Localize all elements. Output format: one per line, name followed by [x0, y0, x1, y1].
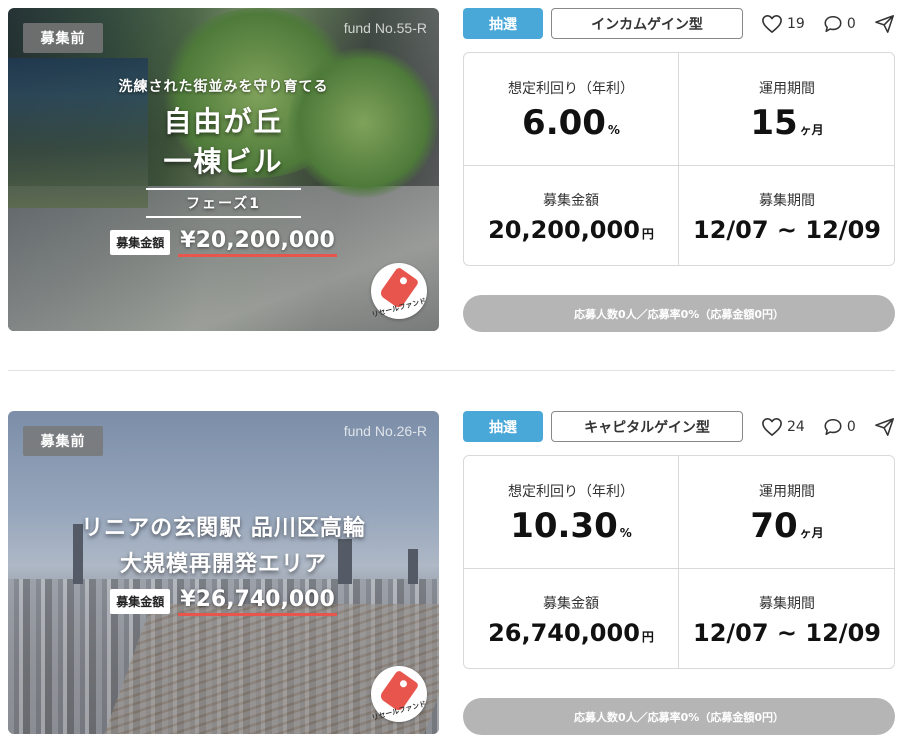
photo-amount-row: 募集金額 ¥26,740,000	[8, 587, 439, 616]
send-arrow-icon[interactable]	[874, 417, 896, 437]
period-cell: 運用期間 15 ヶ月	[679, 53, 895, 166]
progress-text: 応募人数0人／応募率0%（応募金額0円）	[574, 710, 784, 724]
social-actions: 24 0	[761, 417, 896, 437]
window-value: 12/07 ~ 12/09	[693, 619, 881, 647]
heart-icon[interactable]	[761, 14, 783, 34]
comment-count: 0	[846, 15, 856, 32]
photo-amount-value: ¥20,200,000	[178, 228, 337, 257]
fund-title-line2: 大規模再開発エリア	[119, 552, 327, 577]
period-label: 運用期間	[759, 81, 815, 97]
raise-label: 募集金額	[543, 193, 599, 209]
yield-value-wrap: 10.30%	[510, 509, 632, 543]
yield-label: 想定利回り（年利）	[508, 81, 634, 97]
application-progress-bar: 応募人数0人／応募率0%（応募金額0円）	[463, 698, 895, 735]
photo-amount-row: 募集金額 ¥20,200,000	[8, 228, 439, 257]
raise-cell: 募集金額 20,200,000 円	[464, 166, 679, 266]
lottery-badge: 抽選	[463, 411, 543, 442]
send-arrow-icon[interactable]	[874, 14, 896, 34]
window-label: 募集期間	[759, 596, 815, 612]
raise-cell: 募集金額 26,740,000 円	[464, 569, 679, 669]
amount-tag: 募集金額	[110, 589, 171, 614]
photo-overlay: 洗練された街並みを守り育てる 自由が丘 一棟ビル フェーズ1 募集金額 ¥20,…	[8, 76, 439, 257]
fund-title-line1: リニアの玄関駅 品川区高輪	[81, 516, 366, 541]
period-value: 70	[750, 506, 798, 546]
resale-fund-badge: リセールファンド	[371, 263, 427, 319]
yield-unit: %	[619, 526, 632, 540]
window-label: 募集期間	[759, 193, 815, 209]
like-count: 24	[787, 418, 805, 435]
status-badge: 募集前	[23, 23, 103, 53]
fund-phase: フェーズ1	[145, 188, 302, 218]
fund-divider	[8, 370, 895, 371]
raise-label: 募集金額	[543, 596, 599, 612]
fund-type-badge: インカムゲイン型	[551, 8, 743, 39]
fund-number: fund No.55-R	[343, 20, 427, 36]
fund-subtitle: 洗練された街並みを守り育てる	[118, 79, 329, 95]
like-count: 19	[787, 15, 805, 32]
raise-value: 26,740,000	[488, 619, 640, 647]
fund-photo[interactable]: 募集前 fund No.55-R 洗練された街並みを守り育てる 自由が丘 一棟ビ…	[8, 8, 439, 331]
fund-photo[interactable]: 募集前 fund No.26-R リニアの玄関駅 品川区高輪 大規模再開発エリア…	[8, 411, 439, 734]
period-unit: ヶ月	[799, 123, 824, 137]
window-value: 12/07 ~ 12/09	[693, 216, 881, 244]
status-badge: 募集前	[23, 426, 103, 456]
raise-value-wrap: 20,200,000 円	[488, 218, 654, 242]
raise-unit: 円	[641, 227, 654, 241]
window-cell: 募集期間 12/07 ~ 12/09	[679, 569, 895, 669]
fund-tag-row: 抽選 キャピタルゲイン型 24 0	[463, 411, 899, 442]
fund-info-grid: 想定利回り（年利） 6.00% 運用期間 15 ヶ月 募集金額 20,200,00…	[463, 52, 895, 266]
heart-icon[interactable]	[761, 417, 783, 437]
fund-tag-row: 抽選 インカムゲイン型 19 0	[463, 8, 899, 39]
fund-number: fund No.26-R	[343, 423, 427, 439]
amount-tag: 募集金額	[110, 230, 171, 255]
period-label: 運用期間	[759, 484, 815, 500]
social-actions: 19 0	[761, 14, 896, 34]
yield-cell: 想定利回り（年利） 10.30%	[464, 456, 679, 569]
photo-overlay: リニアの玄関駅 品川区高輪 大規模再開発エリア 募集金額 ¥26,740,000	[8, 511, 439, 616]
resale-fund-badge: リセールファンド	[371, 666, 427, 722]
window-cell: 募集期間 12/07 ~ 12/09	[679, 166, 895, 266]
comment-bubble-icon[interactable]	[823, 417, 843, 437]
yield-value: 10.30	[510, 506, 618, 546]
progress-text: 応募人数0人／応募率0%（応募金額0円）	[574, 307, 784, 321]
application-progress-bar: 応募人数0人／応募率0%（応募金額0円）	[463, 295, 895, 332]
photo-amount-value: ¥26,740,000	[178, 587, 337, 616]
fund-title-line2: 一棟ビル	[163, 145, 284, 178]
comment-bubble-icon[interactable]	[823, 14, 843, 34]
fund-type-badge: キャピタルゲイン型	[551, 411, 743, 442]
period-value-wrap: 70 ヶ月	[750, 509, 823, 543]
period-cell: 運用期間 70 ヶ月	[679, 456, 895, 569]
yield-value: 6.00	[522, 103, 606, 143]
period-unit: ヶ月	[799, 526, 824, 540]
lottery-badge: 抽選	[463, 8, 543, 39]
raise-value: 20,200,000	[488, 216, 640, 244]
period-value-wrap: 15 ヶ月	[750, 106, 823, 140]
yield-unit: %	[607, 123, 620, 137]
fund-title-line1: 自由が丘	[163, 105, 284, 138]
period-value: 15	[750, 103, 798, 143]
comment-count: 0	[846, 418, 856, 435]
yield-label: 想定利回り（年利）	[508, 484, 634, 500]
raise-unit: 円	[641, 630, 654, 644]
yield-cell: 想定利回り（年利） 6.00%	[464, 53, 679, 166]
fund-info-grid: 想定利回り（年利） 10.30% 運用期間 70 ヶ月 募集金額 26,740,0…	[463, 455, 895, 669]
yield-value-wrap: 6.00%	[522, 106, 620, 140]
raise-value-wrap: 26,740,000 円	[488, 621, 654, 645]
